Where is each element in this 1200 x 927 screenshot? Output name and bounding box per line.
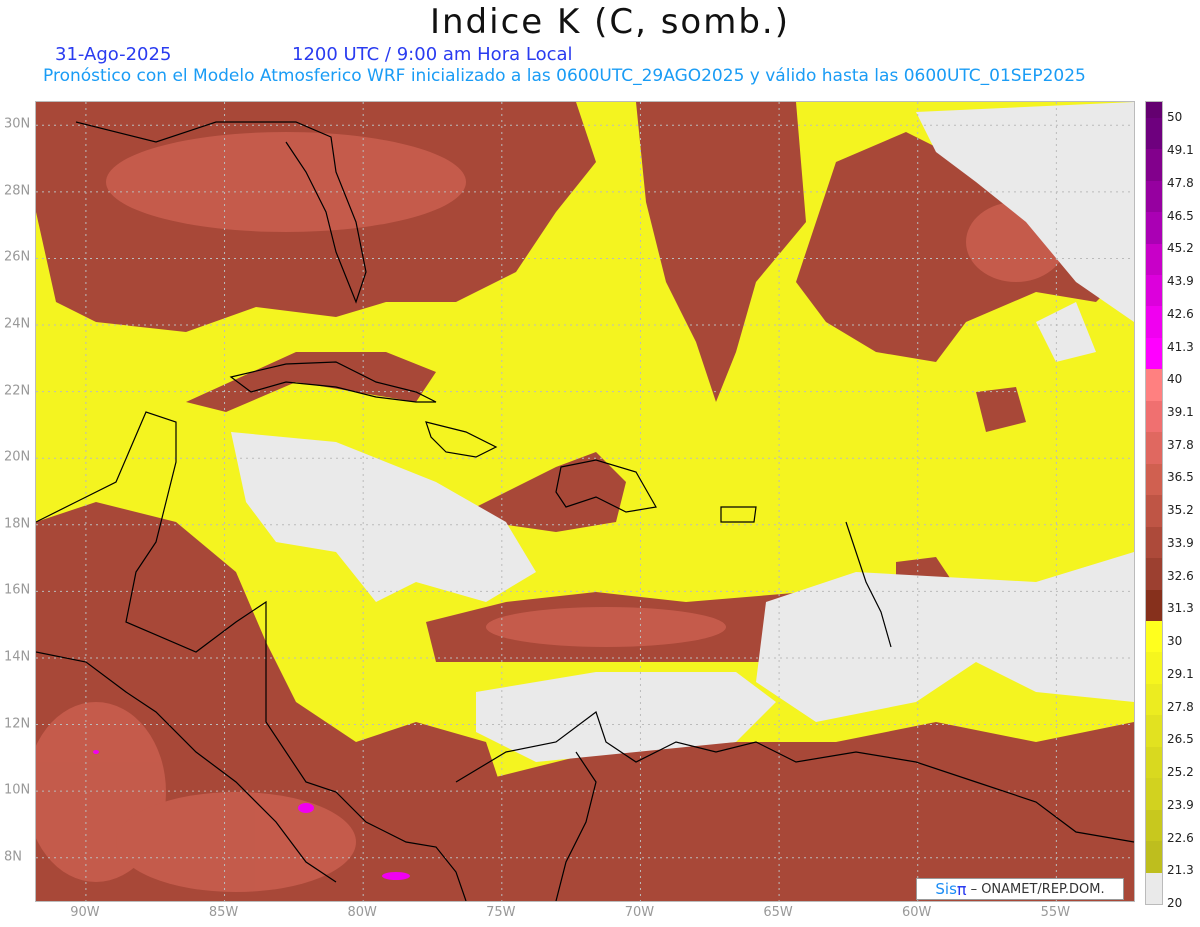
lon-tick-label: 90W [70, 905, 100, 920]
lat-tick-label: 18N [4, 516, 31, 532]
colorbar-label: 46.5 [1167, 208, 1194, 223]
lat-tick-label: 16N [4, 582, 31, 598]
colorbar-segment [1146, 620, 1162, 653]
colorbar-segment [1146, 841, 1162, 873]
lat-tick-label: 8N [4, 849, 22, 865]
colorbar-segment [1146, 746, 1162, 779]
colorbar-segment [1146, 715, 1162, 747]
colorbar-segment [1146, 495, 1162, 527]
k-index-map [35, 101, 1135, 902]
colorbar-segment [1146, 463, 1162, 496]
credit-box: Sis π – ONAMET/REP.DOM. [916, 878, 1124, 900]
colorbar-segment [1146, 652, 1162, 684]
lat-tick-label: 20N [4, 449, 31, 465]
colorbar-label: 45.2 [1167, 241, 1194, 256]
colorbar-label: 27.8 [1167, 699, 1194, 714]
colorbar-segment [1146, 369, 1162, 401]
forecast-description: Pronóstico con el Modelo Atmosferico WRF… [43, 66, 1086, 86]
forecast-time: 1200 UTC / 9:00 am Hora Local [292, 44, 573, 65]
lon-tick-label: 80W [347, 905, 377, 920]
colorbar-segment [1146, 558, 1162, 590]
colorbar-label: 32.6 [1167, 568, 1194, 583]
colorbar-segment [1146, 274, 1162, 307]
lat-tick-label: 14N [4, 649, 31, 665]
lat-tick-label: 26N [4, 249, 31, 265]
colorbar-label: 30 [1167, 634, 1183, 649]
colorbar-label: 39.1 [1167, 404, 1194, 419]
lon-tick-label: 65W [763, 905, 793, 920]
lon-tick-label: 55W [1040, 905, 1071, 920]
lon-tick-label: 60W [902, 905, 932, 920]
colorbar-segment [1146, 400, 1162, 433]
colorbar-segment [1146, 337, 1162, 370]
colorbar-segment [1146, 306, 1162, 338]
colorbar-label: 42.6 [1167, 306, 1194, 321]
colorbar-segment [1146, 589, 1162, 621]
lat-tick-label: 24N [4, 316, 31, 332]
colorbar-segment [1146, 243, 1162, 275]
colorbar-segment [1146, 212, 1162, 244]
colorbar-label: 37.8 [1167, 437, 1194, 452]
colorbar-label: 25.2 [1167, 765, 1194, 780]
colorbar-label: 43.9 [1167, 274, 1194, 289]
colorbar [1145, 101, 1163, 905]
colorbar-segment [1146, 149, 1162, 181]
colorbar-segment [1146, 872, 1162, 905]
lon-tick-label: 75W [486, 905, 516, 920]
colorbar-label: 33.9 [1167, 535, 1194, 550]
lon-tick-label: 70W [624, 905, 655, 920]
credit-text: – ONAMET/REP.DOM. [970, 881, 1105, 897]
colorbar-label: 35.2 [1167, 503, 1194, 518]
colorbar-label: 23.9 [1167, 797, 1194, 812]
colorbar-segment [1146, 432, 1162, 464]
lat-tick-label: 22N [4, 383, 31, 399]
credit-logo-pi: π [956, 879, 967, 899]
lat-tick-label: 12N [4, 716, 31, 732]
colorbar-segment [1146, 809, 1162, 842]
colorbar-label: 22.6 [1167, 830, 1194, 845]
colorbar-segment [1146, 683, 1162, 716]
colorbar-label: 40 [1167, 372, 1183, 387]
colorbar-label: 31.3 [1167, 601, 1194, 616]
colorbar-segment [1146, 526, 1162, 559]
colorbar-label: 41.3 [1167, 339, 1194, 354]
colorbar-segment [1146, 117, 1162, 150]
colorbar-label: 26.5 [1167, 732, 1194, 747]
colorbar-label: 50 [1167, 110, 1183, 125]
colorbar-label: 20 [1167, 896, 1183, 910]
credit-logo-sis: Sis [935, 880, 957, 898]
lon-tick-label: 85W [208, 905, 239, 920]
colorbar-label: 29.1 [1167, 666, 1194, 681]
colorbar-label: 36.5 [1167, 470, 1194, 485]
lat-tick-label: 28N [4, 183, 31, 199]
colorbar-label: 21.3 [1167, 863, 1194, 878]
map-field [36, 102, 1134, 901]
colorbar-label: 49.1 [1167, 143, 1194, 158]
colorbar-segment [1146, 180, 1162, 213]
colorbar-segment [1146, 778, 1162, 810]
lat-tick-label: 10N [4, 782, 31, 798]
colorbar-label: 47.8 [1167, 175, 1194, 190]
chart-title: Indice K (C, somb.) [429, 2, 791, 42]
colorbar-segment [1146, 102, 1162, 118]
forecast-date: 31-Ago-2025 [55, 44, 172, 65]
lat-tick-label: 30N [4, 116, 31, 132]
